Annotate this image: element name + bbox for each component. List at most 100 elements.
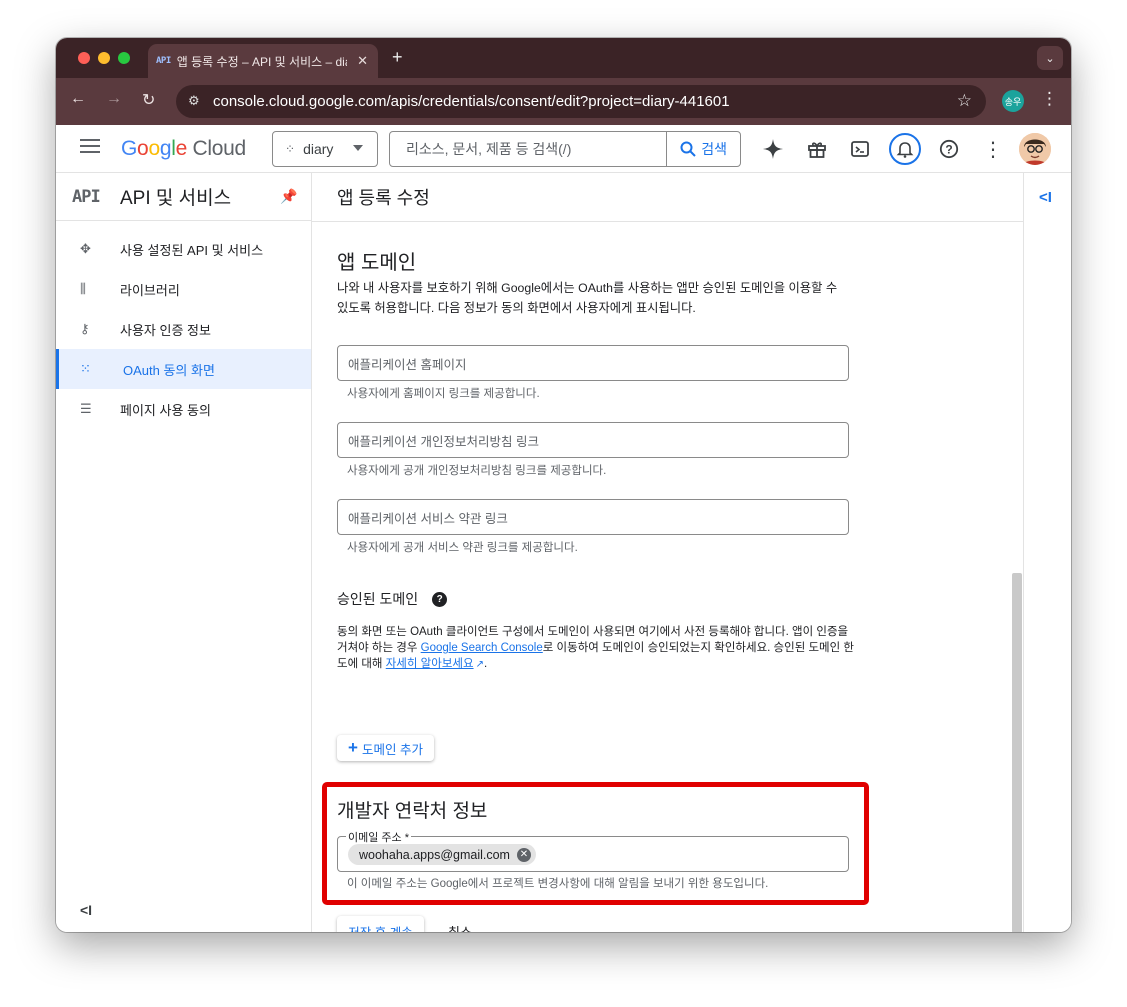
plus-icon: + xyxy=(348,738,358,757)
app-domain-desc-line: 나와 내 사용자를 보호하기 위해 Google에서는 OAuth를 사용하는 … xyxy=(337,281,838,295)
google-cloud-logo[interactable]: Google Cloud xyxy=(121,137,246,161)
desc-text: 로 이동하여 도메인이 승인되었는지 확인하세요. 승인된 도메인 한 xyxy=(542,642,854,654)
oauth-dots-icon: ⁙ xyxy=(80,361,91,376)
profile-avatar[interactable]: 송우 xyxy=(1002,90,1024,112)
search-box[interactable]: 리소스, 문서, 제품 등 검색(/) 검색 xyxy=(389,131,741,167)
sidebar: API API 및 서비스 📌 ✥ 사용 설정된 API 및 서비스 ⫼ 라이브… xyxy=(56,173,312,932)
page-title: 앱 등록 수정 xyxy=(312,173,1023,222)
back-arrow-icon[interactable]: ← xyxy=(70,90,86,108)
url-text: console.cloud.google.com/apis/credential… xyxy=(213,93,730,110)
desc-text: . xyxy=(483,658,488,670)
privacy-policy-field[interactable]: 애플리케이션 개인정보처리방침 링크 xyxy=(337,422,849,458)
api-logo: API xyxy=(72,186,101,207)
close-window-button[interactable] xyxy=(78,52,90,64)
project-selector[interactable]: ⁘ diary xyxy=(272,131,378,167)
homepage-hint: 사용자에게 홈페이지 링크를 제공합니다. xyxy=(347,388,540,400)
sidebar-header: API API 및 서비스 📌 xyxy=(56,173,311,221)
tab-close-icon[interactable]: ✕ xyxy=(357,53,368,69)
app-domain-desc-line: 있도록 허용합니다. 다음 정보가 동의 화면에서 사용자에게 표시됩니다. xyxy=(337,301,696,315)
developer-contact-heading: 개발자 연락처 정보 xyxy=(337,801,488,822)
email-chip: woohaha.apps@gmail.com ✕ xyxy=(348,844,536,865)
cloud-shell-icon[interactable] xyxy=(846,135,874,163)
more-vert-icon[interactable]: ⋮ xyxy=(979,135,1007,163)
search-button[interactable]: 검색 xyxy=(666,132,740,166)
authorized-domains-desc-line: 동의 화면 또는 OAuth 클라이언트 구성에서 도메인이 사용되면 여기에서… xyxy=(337,626,849,638)
library-icon: ⫼ xyxy=(80,281,86,296)
bookmark-star-icon[interactable]: ☆ xyxy=(957,91,972,111)
authorized-domains-heading-row: 승인된 도메인 ? xyxy=(337,589,448,609)
browser-window: API 앱 등록 수정 – API 및 서비스 – diary ✕ + ⌄ ← … xyxy=(56,38,1071,932)
user-avatar[interactable] xyxy=(1019,133,1051,165)
main-content: 앱 등록 수정 앱 도메인 나와 내 사용자를 보호하기 위해 Google에서… xyxy=(312,173,1023,932)
dropdown-arrow-icon xyxy=(353,145,363,151)
browser-tab[interactable]: API 앱 등록 수정 – API 및 서비스 – diary ✕ xyxy=(148,44,378,78)
console-header: Google Cloud ⁘ diary 리소스, 문서, 제품 등 검색(/)… xyxy=(56,125,1071,173)
email-chip-text: woohaha.apps@gmail.com xyxy=(359,847,510,862)
search-button-label: 검색 xyxy=(701,141,727,157)
app-domain-description: 나와 내 사용자를 보호하기 위해 Google에서는 OAuth를 사용하는 … xyxy=(337,278,857,318)
sidebar-item-label: 사용 설정된 API 및 서비스 xyxy=(120,242,264,258)
sidebar-item-label: 사용자 인증 정보 xyxy=(120,322,211,338)
homepage-field[interactable]: 애플리케이션 홈페이지 xyxy=(337,345,849,381)
address-bar[interactable]: ⚙ console.cloud.google.com/apis/credenti… xyxy=(176,85,986,118)
scrollbar[interactable] xyxy=(1012,573,1022,932)
help-circle-icon[interactable]: ? xyxy=(432,591,448,607)
learn-more-link[interactable]: 자세히 알아보세요 xyxy=(386,658,474,670)
tab-favicon: API xyxy=(156,56,171,66)
settings-list-icon: ☰ xyxy=(80,401,92,416)
reload-icon[interactable]: ↻ xyxy=(142,90,155,110)
tab-title: 앱 등록 수정 – API 및 서비스 – diary xyxy=(176,54,347,69)
desc-text: 거쳐야 하는 경우 xyxy=(337,642,421,654)
key-icon: ⚷ xyxy=(80,321,90,336)
sidebar-item-label: 라이브러리 xyxy=(120,282,180,298)
search-icon xyxy=(680,141,696,157)
svg-text:?: ? xyxy=(945,143,952,157)
forward-arrow-icon[interactable]: → xyxy=(106,90,122,108)
authorized-domains-desc-line: 도에 대해 자세히 알아보세요 ↗. xyxy=(337,656,857,673)
cancel-button[interactable]: 취소 xyxy=(448,922,472,932)
help-icon[interactable]: ? xyxy=(935,135,963,163)
terms-of-service-field[interactable]: 애플리케이션 서비스 약관 링크 xyxy=(337,499,849,535)
search-console-link[interactable]: Google Search Console xyxy=(421,642,543,654)
maximize-window-button[interactable] xyxy=(118,52,130,64)
collapse-sidebar-icon[interactable]: <I xyxy=(80,902,92,918)
add-domain-button[interactable]: + 도메인 추가 xyxy=(337,735,434,761)
privacy-policy-hint: 사용자에게 공개 개인정보처리방침 링크를 제공합니다. xyxy=(347,465,607,477)
new-tab-button[interactable]: + xyxy=(392,47,403,68)
authorized-domains-heading: 승인된 도메인 xyxy=(337,591,419,607)
sidebar-item-enabled-apis[interactable]: ✥ 사용 설정된 API 및 서비스 xyxy=(56,229,311,269)
search-input[interactable]: 리소스, 문서, 제품 등 검색(/) xyxy=(390,139,666,159)
sidebar-item-library[interactable]: ⫼ 라이브러리 xyxy=(56,269,311,309)
desc-text: 도에 대해 xyxy=(337,658,386,670)
site-settings-icon[interactable]: ⚙ xyxy=(188,93,200,109)
expand-panel-icon[interactable]: <I xyxy=(1039,189,1052,206)
add-domain-label: 도메인 추가 xyxy=(361,742,423,757)
sidebar-item-label: 페이지 사용 동의 xyxy=(120,402,211,418)
email-hint: 이 이메일 주소는 Google에서 프로젝트 변경사항에 대해 알림을 보내기… xyxy=(347,878,769,890)
save-and-continue-button[interactable]: 저장 후 계속 xyxy=(337,916,424,932)
email-field[interactable]: 이메일 주소 * woohaha.apps@gmail.com ✕ xyxy=(337,829,849,872)
notifications-icon[interactable] xyxy=(889,133,921,165)
gemini-icon[interactable] xyxy=(759,135,787,163)
gift-icon[interactable] xyxy=(803,135,831,163)
browser-menu-icon[interactable]: ⋮ xyxy=(1041,89,1058,109)
minimize-window-button[interactable] xyxy=(98,52,110,64)
pin-icon[interactable]: 📌 xyxy=(280,188,297,205)
external-link-icon: ↗ xyxy=(475,659,484,670)
terms-of-service-hint: 사용자에게 공개 서비스 약관 링크를 제공합니다. xyxy=(347,542,578,554)
api-hub-icon: ✥ xyxy=(80,241,91,256)
tab-search-chevron-icon[interactable]: ⌄ xyxy=(1037,46,1063,70)
email-field-label: 이메일 주소 * xyxy=(346,829,411,845)
authorized-domains-desc-line: 거쳐야 하는 경우 Google Search Console로 이동하여 도메… xyxy=(337,640,857,656)
sidebar-item-label: OAuth 동의 화면 xyxy=(123,362,215,378)
app-domain-heading: 앱 도메인 xyxy=(337,252,417,274)
remove-chip-icon[interactable]: ✕ xyxy=(516,847,531,862)
sidebar-title: API 및 서비스 xyxy=(120,188,232,209)
sidebar-item-oauth-consent[interactable]: ⁙ OAuth 동의 화면 xyxy=(56,349,311,389)
hamburger-menu-icon[interactable] xyxy=(80,139,100,155)
sidebar-item-credentials[interactable]: ⚷ 사용자 인증 정보 xyxy=(56,309,311,349)
tab-strip: API 앱 등록 수정 – API 및 서비스 – diary ✕ + ⌄ xyxy=(56,38,1071,78)
sidebar-item-page-usage-agreement[interactable]: ☰ 페이지 사용 동의 xyxy=(56,389,311,429)
authorized-domains-description: 동의 화면 또는 OAuth 클라이언트 구성에서 도메인이 사용되면 여기에서… xyxy=(337,624,857,673)
project-name: diary xyxy=(303,141,334,157)
